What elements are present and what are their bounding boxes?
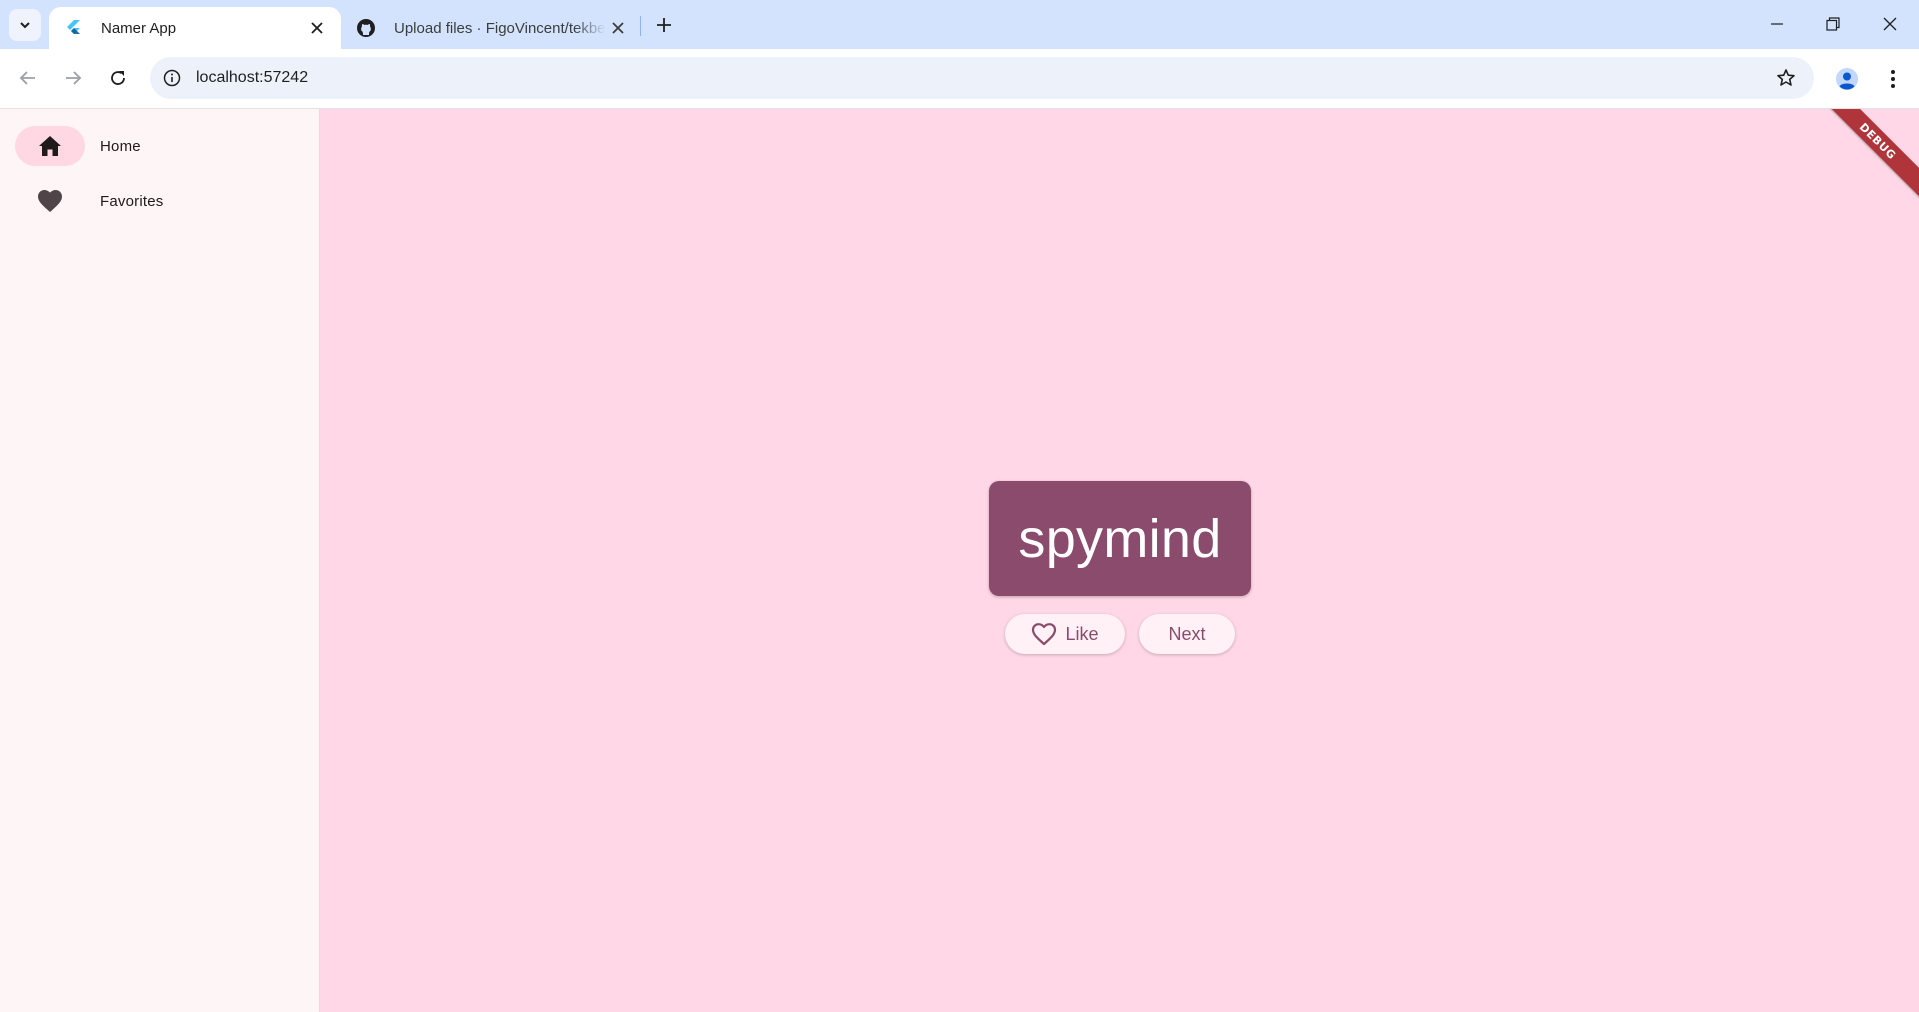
close-window-button[interactable] bbox=[1870, 8, 1910, 40]
debug-banner: DEBUG bbox=[1817, 109, 1919, 202]
arrow-left-icon bbox=[19, 71, 35, 85]
github-icon bbox=[356, 18, 376, 38]
avatar-icon bbox=[1836, 68, 1858, 90]
browser-menu-button[interactable] bbox=[1876, 62, 1910, 96]
reload-button[interactable] bbox=[100, 60, 136, 96]
like-button[interactable]: Like bbox=[1005, 614, 1125, 654]
heart-icon bbox=[38, 190, 62, 212]
flutter-icon bbox=[63, 18, 83, 38]
selected-indicator bbox=[15, 126, 85, 166]
heart-outline-icon bbox=[1031, 621, 1057, 647]
browser-tab-bar: Namer App Upload files · FigoVincent/tek… bbox=[0, 0, 1919, 49]
tab-title: Upload files · FigoVincent/tekbe bbox=[394, 19, 606, 37]
word-pair-card: spymind bbox=[989, 481, 1251, 596]
back-button[interactable] bbox=[10, 60, 46, 96]
word-pair-text: spymind bbox=[1018, 508, 1222, 569]
plus-icon bbox=[657, 18, 671, 32]
nav-label-home: Home bbox=[100, 137, 141, 155]
profile-button[interactable] bbox=[1828, 62, 1866, 96]
close-icon bbox=[1883, 17, 1897, 31]
chevron-down-icon bbox=[20, 22, 30, 29]
nav-item-favorites[interactable]: Favorites bbox=[15, 181, 164, 221]
next-button[interactable]: Next bbox=[1139, 614, 1235, 654]
tab-search-button[interactable] bbox=[9, 9, 41, 41]
nav-label-favorites: Favorites bbox=[100, 192, 164, 210]
address-url[interactable]: localhost:57242 bbox=[196, 69, 1770, 87]
close-tab-icon[interactable] bbox=[606, 16, 630, 40]
restore-button[interactable] bbox=[1813, 8, 1853, 40]
more-vert-icon bbox=[1891, 70, 1895, 88]
minimize-icon bbox=[1771, 23, 1783, 25]
minimize-button[interactable] bbox=[1757, 8, 1797, 40]
tab-title: Namer App bbox=[101, 19, 177, 37]
namer-app: Home Favorites spymind Like Next DEBUG bbox=[0, 109, 1919, 1012]
nav-item-home[interactable]: Home bbox=[15, 126, 141, 166]
tab-github-upload[interactable]: Upload files · FigoVincent/tekbe bbox=[350, 7, 642, 49]
navigation-rail: Home Favorites bbox=[0, 109, 320, 1012]
reload-icon bbox=[111, 71, 125, 85]
address-bar[interactable]: localhost:57242 bbox=[150, 57, 1814, 99]
restore-icon bbox=[1826, 17, 1840, 31]
generator-page: spymind Like Next DEBUG bbox=[320, 109, 1919, 1012]
like-button-label: Like bbox=[1065, 623, 1099, 644]
browser-toolbar: localhost:57242 bbox=[0, 49, 1919, 109]
arrow-right-icon bbox=[66, 71, 82, 85]
next-button-label: Next bbox=[1168, 623, 1206, 644]
home-icon bbox=[39, 136, 61, 156]
tab-separator bbox=[640, 16, 641, 36]
new-tab-button[interactable] bbox=[651, 12, 677, 38]
tab-namer-app[interactable]: Namer App bbox=[49, 7, 341, 49]
close-tab-icon[interactable] bbox=[305, 16, 329, 40]
bookmark-star-icon[interactable] bbox=[1770, 62, 1802, 94]
site-info-icon[interactable] bbox=[160, 66, 184, 90]
forward-button[interactable] bbox=[55, 60, 91, 96]
